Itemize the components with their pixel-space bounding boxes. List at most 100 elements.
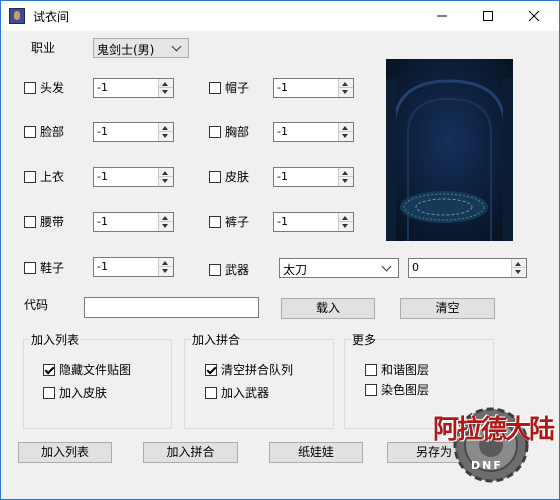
arrow-down-icon xyxy=(162,179,168,183)
spin-divider xyxy=(159,87,173,88)
spin-divider xyxy=(339,176,353,177)
add-list-button[interactable]: 加入列表 xyxy=(18,442,112,463)
checkbox-hair[interactable] xyxy=(24,82,36,94)
checkbox-shoes[interactable] xyxy=(24,262,36,274)
arrow-up-icon xyxy=(342,216,348,220)
close-button[interactable] xyxy=(511,1,557,31)
code-input[interactable] xyxy=(84,297,259,318)
clear-button[interactable]: 清空 xyxy=(400,298,495,319)
checkbox-chest[interactable] xyxy=(209,126,221,138)
checkbox-hat[interactable] xyxy=(209,82,221,94)
spin-divider xyxy=(159,221,173,222)
spin-arrows[interactable] xyxy=(511,259,526,277)
spin-chest[interactable]: -1 xyxy=(273,122,354,142)
spin-divider xyxy=(339,131,353,132)
spin-skin[interactable]: -1 xyxy=(273,167,354,187)
arrow-up-icon xyxy=(162,261,168,265)
group-add-merge: 加入拼合 xyxy=(184,331,334,429)
minimize-button[interactable] xyxy=(419,1,465,31)
arrow-up-icon xyxy=(162,126,168,130)
spin-shoes-value: -1 xyxy=(97,260,108,273)
slot-label-shoes: 鞋子 xyxy=(40,261,65,275)
checkbox-pants[interactable] xyxy=(209,216,221,228)
spin-belt-value: -1 xyxy=(97,215,108,228)
checkbox-dye-layer[interactable] xyxy=(365,384,377,396)
class-select[interactable]: 鬼剑士(男) xyxy=(93,38,189,58)
group-add-merge-title: 加入拼合 xyxy=(191,331,242,348)
checkbox-belt[interactable] xyxy=(24,216,36,228)
spin-belt[interactable]: -1 xyxy=(93,212,174,232)
arrow-up-icon xyxy=(342,126,348,130)
code-label: 代码 xyxy=(24,298,49,312)
spin-arrows[interactable] xyxy=(158,258,173,276)
group-add-list-title: 加入列表 xyxy=(30,331,81,348)
spin-skin-value: -1 xyxy=(277,170,288,183)
spin-arrows[interactable] xyxy=(158,123,173,141)
load-button[interactable]: 载入 xyxy=(281,298,375,319)
group-add-list: 加入列表 xyxy=(23,331,172,429)
add-merge-button[interactable]: 加入拼合 xyxy=(143,442,238,463)
spin-arrows[interactable] xyxy=(338,123,353,141)
spin-hair-value: -1 xyxy=(97,81,108,94)
spin-hat[interactable]: -1 xyxy=(273,78,354,98)
weapon-type-value: 太刀 xyxy=(283,263,308,277)
spin-shoes[interactable]: -1 xyxy=(93,257,174,277)
app-window: 试衣间 职业 鬼剑士(男) 头发 -1 脸部 -1 上衣 -1 腰带 -1 鞋子… xyxy=(0,0,560,500)
spin-arrows[interactable] xyxy=(158,168,173,186)
spin-divider xyxy=(339,87,353,88)
option-hide-file-texture: 隐藏文件贴图 xyxy=(59,363,132,377)
title-bar: 试衣间 xyxy=(1,1,559,31)
character-preview xyxy=(386,59,513,241)
slot-label-weapon: 武器 xyxy=(225,263,250,277)
maximize-icon xyxy=(483,11,493,21)
window-title: 试衣间 xyxy=(33,10,70,24)
checkbox-face[interactable] xyxy=(24,126,36,138)
spin-pants[interactable]: -1 xyxy=(273,212,354,232)
spin-divider xyxy=(512,267,526,268)
checkbox-hide-file-texture[interactable] xyxy=(43,364,55,376)
chevron-down-icon xyxy=(381,261,392,272)
spin-divider xyxy=(159,176,173,177)
spin-face-value: -1 xyxy=(97,125,108,138)
spin-arrows[interactable] xyxy=(158,213,173,231)
spin-face[interactable]: -1 xyxy=(93,122,174,142)
spin-arrows[interactable] xyxy=(158,79,173,97)
checkbox-add-weapon[interactable] xyxy=(205,387,217,399)
arrow-up-icon xyxy=(162,171,168,175)
checkbox-add-skin[interactable] xyxy=(43,387,55,399)
option-harmony-layer: 和谐图层 xyxy=(381,363,430,377)
arrow-down-icon xyxy=(342,179,348,183)
checkbox-coat[interactable] xyxy=(24,171,36,183)
maximize-button[interactable] xyxy=(465,1,511,31)
arrow-up-icon xyxy=(342,171,348,175)
arrow-down-icon xyxy=(162,90,168,94)
arrow-down-icon xyxy=(515,270,521,274)
game-logo: 阿拉德大陆 DNF xyxy=(421,395,557,495)
logo-subtitle: DNF xyxy=(471,459,503,472)
option-add-weapon: 加入武器 xyxy=(221,386,270,400)
arrow-down-icon xyxy=(162,134,168,138)
checkbox-skin[interactable] xyxy=(209,171,221,183)
spin-arrows[interactable] xyxy=(338,213,353,231)
arrow-up-icon xyxy=(162,82,168,86)
slot-label-pants: 裤子 xyxy=(225,215,250,229)
checkbox-clear-merge-queue[interactable] xyxy=(205,364,217,376)
arrow-down-icon xyxy=(342,224,348,228)
paper-doll-button[interactable]: 纸娃娃 xyxy=(269,442,363,463)
spin-hair[interactable]: -1 xyxy=(93,78,174,98)
checkbox-harmony-layer[interactable] xyxy=(365,364,377,376)
spin-arrows[interactable] xyxy=(338,79,353,97)
slot-label-hair: 头发 xyxy=(40,81,65,95)
class-select-value: 鬼剑士(男) xyxy=(97,43,155,57)
spin-divider xyxy=(159,266,173,267)
spin-chest-value: -1 xyxy=(277,125,288,138)
minimize-icon xyxy=(437,15,447,17)
spin-arrows[interactable] xyxy=(338,168,353,186)
slot-label-face: 脸部 xyxy=(40,125,65,139)
weapon-type-select[interactable]: 太刀 xyxy=(279,258,399,278)
spin-coat-value: -1 xyxy=(97,170,108,183)
spin-weapon[interactable]: 0 xyxy=(408,258,527,278)
spin-coat[interactable]: -1 xyxy=(93,167,174,187)
logo-title: 阿拉德大陆 xyxy=(433,415,555,445)
checkbox-weapon[interactable] xyxy=(209,264,221,276)
